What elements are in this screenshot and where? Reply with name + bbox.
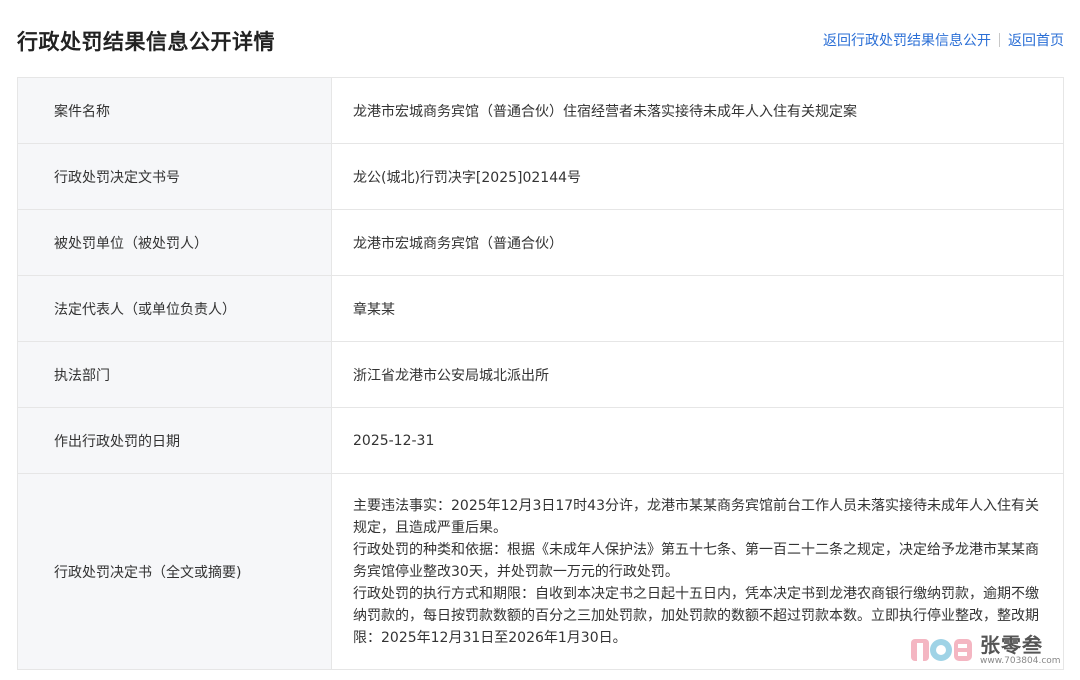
back-to-list-link[interactable]: 返回行政处罚结果信息公开 xyxy=(823,30,991,50)
row-value: 龙港市宏城商务宾馆（普通合伙） xyxy=(331,209,1064,276)
info-table: 案件名称 龙港市宏城商务宾馆（普通合伙）住宿经营者未落实接待未成年人入住有关规定… xyxy=(17,77,1064,670)
row-label: 行政处罚决定文书号 xyxy=(17,143,332,210)
watermark-name: 张零叁 xyxy=(980,633,1043,657)
header-links: 返回行政处罚结果信息公开 返回首页 xyxy=(823,30,1064,50)
table-row: 被处罚单位（被处罚人） 龙港市宏城商务宾馆（普通合伙） xyxy=(17,209,1064,276)
row-label: 作出行政处罚的日期 xyxy=(17,407,332,474)
watermark-logo-icon xyxy=(910,635,974,665)
decision-label: 行政处罚决定书（全文或摘要) xyxy=(17,473,332,670)
row-value: 龙港市宏城商务宾馆（普通合伙）住宿经营者未落实接待未成年人入住有关规定案 xyxy=(331,77,1064,144)
row-label: 被处罚单位（被处罚人） xyxy=(17,209,332,276)
watermark: 张零叁 www.703804.com xyxy=(910,630,1070,670)
link-divider xyxy=(999,33,1000,47)
row-value: 章某某 xyxy=(331,275,1064,342)
table-row: 法定代表人（或单位负责人） 章某某 xyxy=(17,275,1064,342)
watermark-text: 张零叁 www.703804.com xyxy=(980,634,1061,666)
row-label: 法定代表人（或单位负责人） xyxy=(17,275,332,342)
table-row: 行政处罚决定文书号 龙公(城北)行罚决字[2025]02144号 xyxy=(17,143,1064,210)
row-value: 2025-12-31 xyxy=(331,407,1064,474)
row-label: 执法部门 xyxy=(17,341,332,408)
row-value: 浙江省龙港市公安局城北派出所 xyxy=(331,341,1064,408)
page-header: 行政处罚结果信息公开详情 返回行政处罚结果信息公开 返回首页 xyxy=(0,0,1080,80)
decision-paragraph-facts: 主要违法事实：2025年12月3日17时43分许，龙港市某某商务宾馆前台工作人员… xyxy=(353,497,1039,536)
row-label: 案件名称 xyxy=(17,77,332,144)
decision-paragraph-basis: 行政处罚的种类和依据：根据《未成年人保护法》第五十七条、第一百二十二条之规定，决… xyxy=(353,541,1039,580)
table-row: 作出行政处罚的日期 2025-12-31 xyxy=(17,407,1064,474)
watermark-url: www.703804.com xyxy=(980,656,1061,666)
row-value: 龙公(城北)行罚决字[2025]02144号 xyxy=(331,143,1064,210)
table-row-decision: 行政处罚决定书（全文或摘要) 主要违法事实：2025年12月3日17时43分许，… xyxy=(17,473,1064,670)
table-row: 案件名称 龙港市宏城商务宾馆（普通合伙）住宿经营者未落实接待未成年人入住有关规定… xyxy=(17,77,1064,144)
page-title: 行政处罚结果信息公开详情 xyxy=(17,30,275,54)
table-row: 执法部门 浙江省龙港市公安局城北派出所 xyxy=(17,341,1064,408)
back-to-home-link[interactable]: 返回首页 xyxy=(1008,30,1064,50)
